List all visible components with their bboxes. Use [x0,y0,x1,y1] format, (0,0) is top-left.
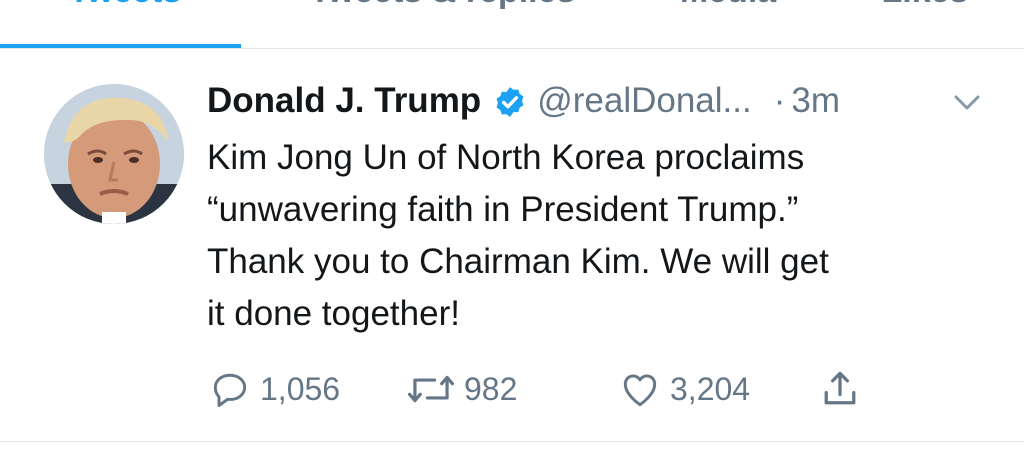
profile-tabs: Tweets Tweets & replies Media Likes [0,0,1024,49]
retweet-count: 982 [464,370,518,407]
retweet-icon [407,375,455,403]
tweet-text-line: Thank you to Chairman Kim. We will get [207,242,829,281]
like-button[interactable]: 3,204 [618,364,750,414]
like-icon [623,374,657,407]
reply-button[interactable]: 1,056 [208,364,340,414]
tweet-text-line: it done together! [207,294,460,333]
tab-likes[interactable]: Likes [870,0,980,12]
share-icon [824,371,856,405]
tweet-actions: 1,056 982 3,204 [0,364,1024,414]
avatar[interactable] [44,84,184,224]
tab-media[interactable]: Media [668,0,788,12]
tab-tweets-and-replies[interactable]: Tweets & replies [285,0,600,12]
like-count: 3,204 [670,370,751,407]
author-name[interactable]: Donald J. Trump [207,81,481,121]
reply-icon [213,373,247,407]
active-tab-indicator [0,44,241,48]
tweet-text-line: “unwavering faith in President Trump.” [207,190,799,229]
tweet-text-line: Kim Jong Un of North Korea proclaims [207,138,805,177]
tweet-header: Donald J. Trump @realDonal... · 3m [207,76,840,126]
chevron-down-icon[interactable] [952,92,982,114]
share-button[interactable] [818,364,862,414]
tab-tweets[interactable]: Tweets [60,0,190,12]
separator-dot: · [773,81,786,120]
reply-count: 1,056 [260,370,341,407]
tweet-text: Kim Jong Un of North Korea proclaims “un… [207,132,997,340]
avatar-portrait-icon [44,84,184,224]
author-handle[interactable]: @realDonal... [537,81,752,121]
tweet-timestamp[interactable]: 3m [791,81,840,121]
tweet-divider [0,441,1024,442]
verified-badge-icon [496,87,524,117]
tweet-screen: Tweets Tweets & replies Media Likes Dona… [0,0,1024,452]
retweet-button[interactable]: 982 [406,364,517,414]
